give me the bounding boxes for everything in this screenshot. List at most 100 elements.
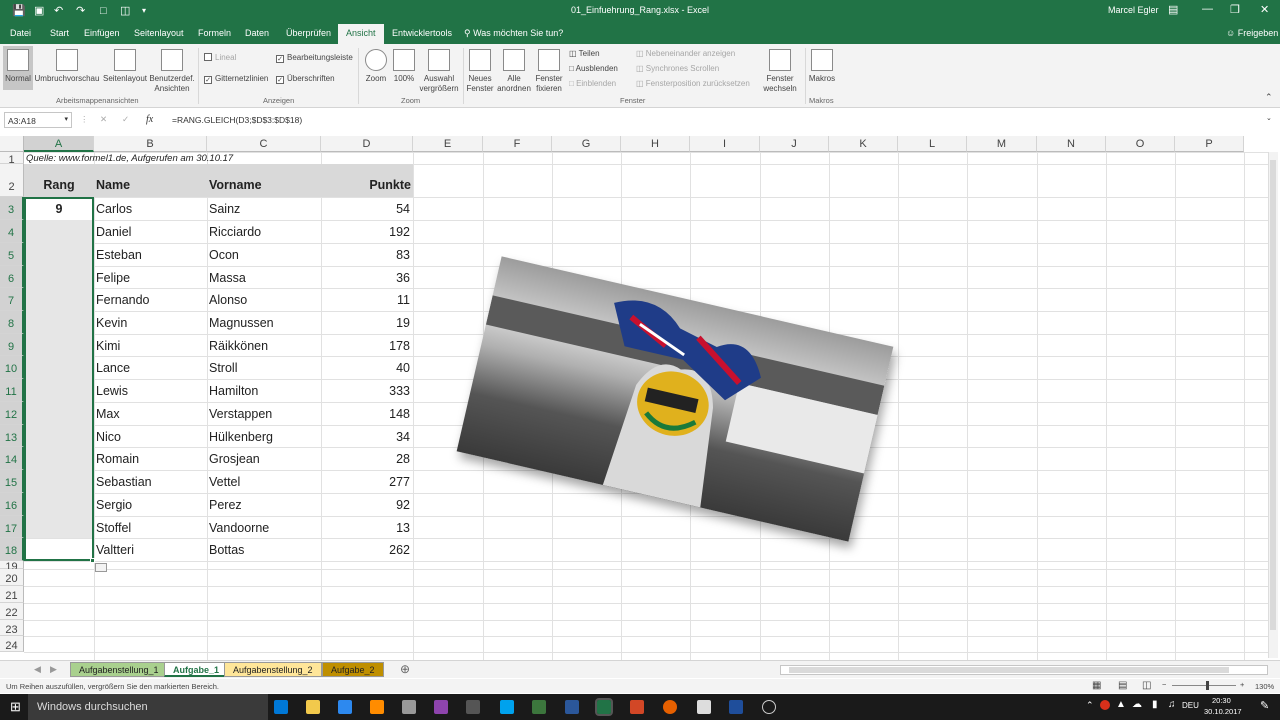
vorname-cell[interactable]: Grosjean [209,452,260,466]
function-icon[interactable]: fx [146,114,153,125]
vorname-cell[interactable]: Verstappen [209,407,272,421]
scroll-right-icon[interactable]: ▶ [50,664,57,675]
punkte-cell[interactable]: 19 [321,316,410,330]
name-cell[interactable]: Lewis [96,384,128,398]
language-indicator[interactable]: DEU [1182,701,1199,710]
row-header[interactable]: 18 [0,538,24,561]
clock-time[interactable]: 20:30 [1212,696,1231,705]
column-header[interactable]: G [552,136,621,152]
add-sheet-icon[interactable]: ⊕ [400,662,410,676]
pagelayout-view-button[interactable]: Seitenlayout [101,49,149,84]
close-icon[interactable]: ✕ [1260,3,1269,16]
hide-button[interactable]: □ Ausblenden [569,64,618,73]
sheet-tab[interactable]: Aufgabenstellung_1 [70,662,168,677]
tab-daten[interactable]: Daten [245,28,269,38]
row-header[interactable]: 10 [0,356,24,379]
headings-checkbox[interactable]: ✓ Überschriften [276,74,335,84]
freeze-panes-button[interactable]: Fenster fixieren [532,49,566,94]
name-cell[interactable]: Felipe [96,271,130,285]
tab-formeln[interactable]: Formeln [198,28,231,38]
row-header[interactable]: 21 [0,586,24,603]
worksheet-grid[interactable]: A B C D E F G H I J K L M N O P 1 2 3 4 5 6 7 8 9 10 11 12 13 14 15 16 1… [0,136,1280,660]
arrange-all-button[interactable]: Alle anordnen [496,49,532,94]
vorname-cell[interactable]: Perez [209,498,242,512]
page-layout-icon[interactable]: ▤ [1118,680,1127,691]
zoom-button[interactable]: Zoom [362,49,390,84]
name-cell[interactable]: Stoffel [96,521,131,535]
column-header[interactable]: K [829,136,898,152]
row-header[interactable]: 12 [0,402,24,425]
excel-icon[interactable] [595,698,613,716]
app3-icon[interactable] [532,700,546,714]
row-header[interactable]: 20 [0,569,24,586]
notification-icon[interactable]: ✎ [1260,699,1269,712]
row-header[interactable]: 22 [0,603,24,620]
vorname-cell[interactable]: Hamilton [209,384,258,398]
sheet-tab[interactable]: Aufgabenstellung_2 [224,662,322,677]
tab-start[interactable]: Start [50,28,69,38]
custom-views-button[interactable]: Benutzerdef. Ansichten [148,49,196,94]
row-header[interactable]: 2 [0,164,24,197]
reset-position-button[interactable]: ◫ Fensterposition zurücksetzen [636,79,750,88]
chevron-down-icon[interactable]: ▾ [64,115,68,123]
punkte-cell[interactable]: 92 [321,498,410,512]
app4-icon[interactable] [729,700,743,714]
vorname-cell[interactable]: Ocon [209,248,239,262]
clock-date[interactable]: 30.10.2017 [1204,707,1242,716]
powerpoint-icon[interactable] [630,700,644,714]
tell-me-box[interactable]: ⚲ Was möchten Sie tun? [464,28,563,39]
sheet-tab[interactable]: Aufgabe_1 [164,662,229,677]
vorname-cell[interactable]: Stroll [209,361,237,375]
sheet-tab[interactable]: Aufgabe_2 [322,662,384,677]
autofill-options-icon[interactable] [95,563,107,572]
network-icon[interactable]: ▲ [1116,699,1126,710]
vorname-cell[interactable]: Alonso [209,293,247,307]
row-header[interactable]: 4 [0,220,24,243]
horizontal-scrollbar[interactable] [780,665,1268,675]
select-all-corner[interactable] [0,136,24,152]
name-cell[interactable]: Sergio [96,498,132,512]
punkte-cell[interactable]: 54 [321,202,410,216]
row-header[interactable]: 14 [0,447,24,470]
zoom-slider[interactable] [1172,685,1236,686]
new-window-button[interactable]: Neues Fenster [464,49,496,94]
mail-icon[interactable] [697,700,711,714]
name-cell[interactable]: Kevin [96,316,127,330]
sync-scroll-button[interactable]: ◫ Synchrones Scrollen [636,64,719,73]
zoom-100-button[interactable]: 100% [391,49,417,84]
macros-button[interactable]: Makros [807,49,837,84]
column-header[interactable]: D [321,136,413,152]
enter-icon[interactable]: ✓ [122,114,129,125]
word-icon[interactable] [565,700,579,714]
column-header[interactable]: L [898,136,967,152]
zoom-slider-thumb[interactable] [1206,681,1209,690]
paint-icon[interactable] [434,700,448,714]
column-header[interactable]: F [483,136,552,152]
punkte-cell[interactable]: 13 [321,521,410,535]
vorname-cell[interactable]: Hülkenberg [209,430,273,444]
column-header[interactable]: M [967,136,1037,152]
app-icon[interactable] [370,700,384,714]
zoom-selection-button[interactable]: Auswahl vergrößern [418,49,460,94]
name-cell[interactable]: Fernando [96,293,150,307]
collapse-ribbon-icon[interactable]: ⌃ [1265,92,1273,103]
row-header[interactable]: 5 [0,243,24,266]
name-cell[interactable]: Valtteri [96,543,134,557]
vorname-cell[interactable]: Vettel [209,475,240,489]
scroll-left-icon[interactable]: ◀ [34,664,41,675]
edge-icon[interactable] [274,700,288,714]
punkte-cell[interactable]: 148 [321,407,410,421]
column-header[interactable]: A [24,136,94,152]
tab-ueberpruefen[interactable]: Überprüfen [286,28,331,38]
firefox-icon[interactable] [663,700,677,714]
vorname-cell[interactable]: Vandoorne [209,521,269,535]
punkte-cell[interactable]: 178 [321,339,410,353]
vorname-cell[interactable]: Ricciardo [209,225,261,239]
tray-chevron-icon[interactable]: ⌃ [1086,700,1094,711]
column-header[interactable]: I [690,136,760,152]
zoom-out-icon[interactable]: − [1162,680,1166,689]
tray-app-icon[interactable] [1100,700,1110,710]
taskbar-search[interactable]: Windows durchsuchen [28,694,268,720]
row-header[interactable]: 23 [0,620,24,636]
maximize-icon[interactable]: ❐ [1230,3,1240,16]
